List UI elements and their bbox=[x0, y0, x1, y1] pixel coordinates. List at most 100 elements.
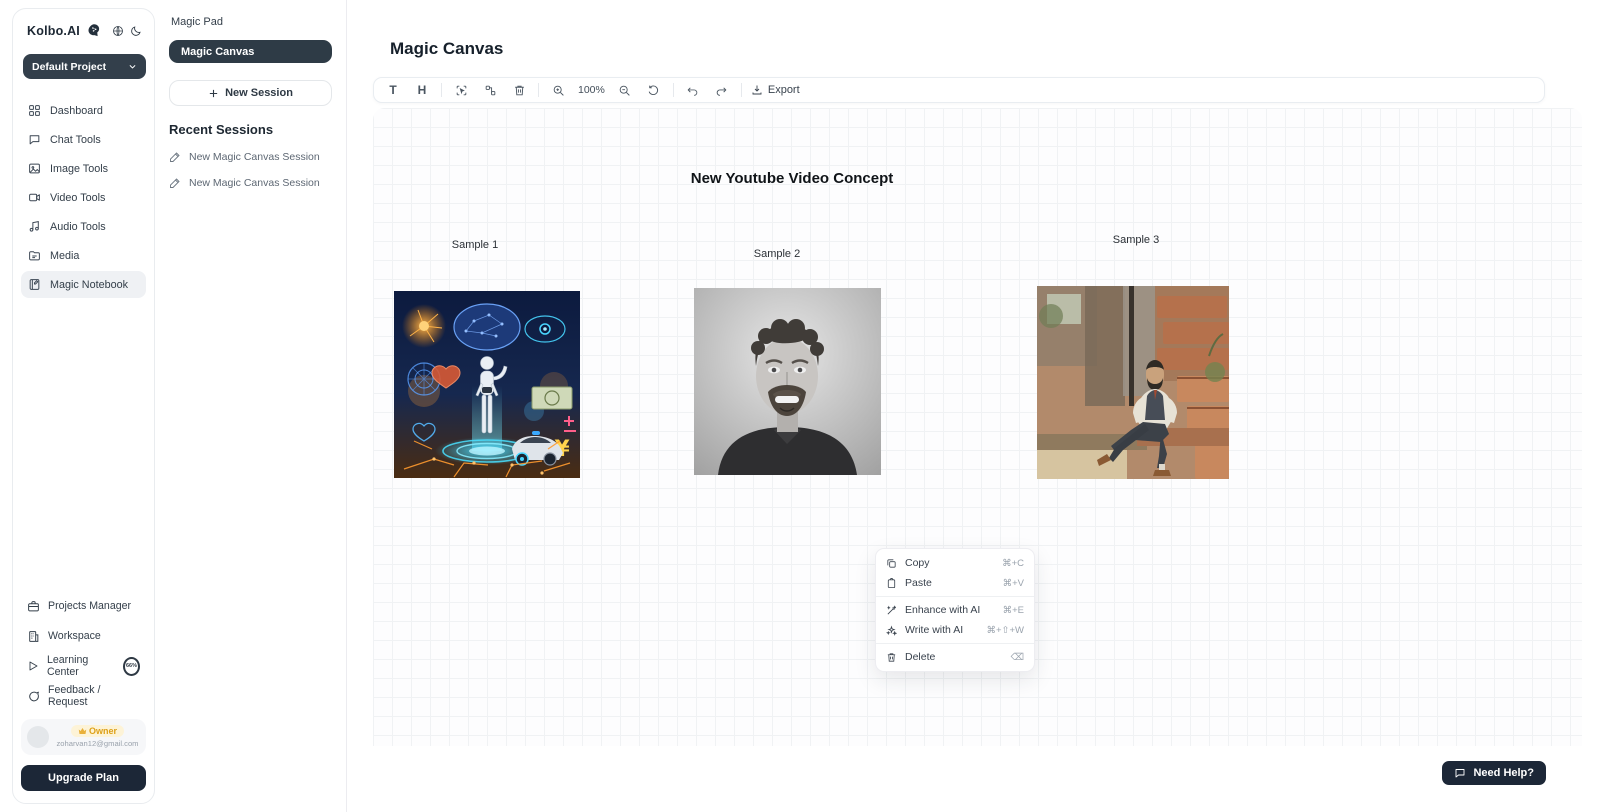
plus-icon bbox=[208, 88, 219, 99]
sidebar-item-label: Learning Center bbox=[47, 654, 113, 678]
sidebar-item-label: Dashboard bbox=[50, 105, 103, 117]
zoom-out-button[interactable] bbox=[615, 80, 635, 100]
chevron-down-icon bbox=[128, 62, 137, 71]
canvas-toolbar: T H 100% Export bbox=[373, 77, 1545, 103]
sample-image-2[interactable] bbox=[694, 288, 881, 475]
toolbar-separator bbox=[441, 83, 442, 97]
language-globe-icon[interactable] bbox=[112, 25, 124, 37]
sidebar-item-media[interactable]: Media bbox=[21, 242, 146, 269]
avatar bbox=[27, 726, 49, 748]
context-menu-shortcut: ⌘+E bbox=[1003, 605, 1024, 616]
context-menu-label: Delete bbox=[905, 651, 935, 663]
feedback-bubble-icon bbox=[27, 690, 40, 703]
media-folder-icon bbox=[28, 249, 41, 262]
session-item[interactable]: New Magic Canvas Session bbox=[169, 177, 332, 189]
sample-image-3[interactable] bbox=[1037, 286, 1229, 479]
tab-magic-pad[interactable]: Magic Pad bbox=[169, 14, 332, 40]
help-chat-icon bbox=[1454, 767, 1466, 779]
project-selector[interactable]: Default Project bbox=[23, 54, 146, 79]
sample-image-1[interactable]: ¥ bbox=[394, 291, 580, 478]
toolbar-separator bbox=[538, 83, 539, 97]
learning-progress-badge: 66% bbox=[123, 657, 140, 676]
new-session-button[interactable]: New Session bbox=[169, 80, 332, 106]
sidebar-item-workspace[interactable]: Workspace bbox=[21, 621, 146, 651]
dashboard-icon bbox=[28, 104, 41, 117]
brand-logo-text: Kolbo.AI bbox=[27, 24, 80, 38]
sidebar-item-projects-manager[interactable]: Projects Manager bbox=[21, 591, 146, 621]
sidebar-item-label: Projects Manager bbox=[48, 600, 131, 612]
sidebar-item-feedback-request[interactable]: Feedback / Request bbox=[21, 681, 146, 711]
sidebar-item-magic-notebook[interactable]: Magic Notebook bbox=[21, 271, 146, 298]
redo-button[interactable] bbox=[712, 80, 732, 100]
delete-tool-button[interactable] bbox=[509, 80, 529, 100]
sidebar-item-audio-tools[interactable]: Audio Tools bbox=[21, 213, 146, 240]
sample-3-label[interactable]: Sample 3 bbox=[1113, 234, 1159, 246]
need-help-label: Need Help? bbox=[1473, 767, 1534, 779]
context-menu-label: Enhance with AI bbox=[905, 604, 980, 616]
sidebar-item-video-tools[interactable]: Video Tools bbox=[21, 184, 146, 211]
sessions-panel: Magic Pad Magic Canvas New Session Recen… bbox=[155, 0, 347, 812]
zoom-in-button[interactable] bbox=[548, 80, 568, 100]
sidebar-item-label: Video Tools bbox=[50, 192, 105, 204]
primary-sidebar: Kolbo.AI Default Project Dashboard bbox=[12, 8, 155, 804]
context-menu-item-enhance-with-ai[interactable]: Enhance with AI ⌘+E bbox=[876, 600, 1034, 620]
context-menu-divider bbox=[876, 596, 1034, 597]
context-menu-divider bbox=[876, 643, 1034, 644]
heading-tool-button[interactable]: H bbox=[412, 80, 432, 100]
export-button[interactable]: Export bbox=[751, 84, 800, 96]
context-menu-shortcut: ⌘+C bbox=[1002, 558, 1024, 569]
sample-1-label[interactable]: Sample 1 bbox=[452, 239, 498, 251]
sidebar-item-label: Chat Tools bbox=[50, 134, 101, 146]
chat-bubble-icon bbox=[28, 133, 41, 146]
recent-sessions-title: Recent Sessions bbox=[169, 122, 332, 137]
sidebar-item-image-tools[interactable]: Image Tools bbox=[21, 155, 146, 182]
sidebar-item-label: Magic Notebook bbox=[50, 279, 128, 291]
user-account-card[interactable]: Owner zoharvan12@gmail.com bbox=[21, 719, 146, 755]
context-menu-item-paste[interactable]: Paste ⌘+V bbox=[876, 573, 1034, 593]
building-icon bbox=[27, 630, 40, 643]
upgrade-plan-button[interactable]: Upgrade Plan bbox=[21, 765, 146, 791]
undo-button[interactable] bbox=[683, 80, 703, 100]
context-menu-item-copy[interactable]: Copy ⌘+C bbox=[876, 553, 1034, 573]
tab-magic-canvas[interactable]: Magic Canvas bbox=[169, 40, 332, 63]
sidebar-item-learning-center[interactable]: Learning Center 66% bbox=[21, 651, 146, 681]
need-help-button[interactable]: Need Help? bbox=[1442, 761, 1546, 785]
canvas-heading-text[interactable]: New Youtube Video Concept bbox=[691, 170, 894, 187]
new-session-label: New Session bbox=[225, 87, 293, 99]
export-label: Export bbox=[768, 84, 800, 96]
brand-row: Kolbo.AI bbox=[21, 23, 146, 38]
reset-view-button[interactable] bbox=[644, 80, 664, 100]
video-camera-icon bbox=[28, 191, 41, 204]
clipboard-icon bbox=[886, 578, 897, 589]
main-area: Magic Canvas T H 100% Export New Youtube… bbox=[347, 0, 1600, 812]
context-menu-label: Copy bbox=[905, 557, 930, 569]
pencil-icon bbox=[169, 151, 181, 163]
music-note-icon bbox=[28, 220, 41, 233]
dark-mode-moon-icon[interactable] bbox=[130, 25, 142, 37]
context-menu: Copy ⌘+C Paste ⌘+V Enhance with AI ⌘+E W… bbox=[875, 548, 1035, 672]
briefcase-icon bbox=[27, 600, 40, 613]
magic-canvas-grid[interactable]: New Youtube Video Concept Sample 1 Sampl… bbox=[373, 108, 1582, 746]
zoom-level: 100% bbox=[577, 84, 606, 96]
session-item[interactable]: New Magic Canvas Session bbox=[169, 151, 332, 163]
session-item-label: New Magic Canvas Session bbox=[189, 177, 320, 189]
crown-icon bbox=[78, 727, 87, 735]
select-tool-button[interactable] bbox=[451, 80, 471, 100]
owner-badge: Owner bbox=[71, 725, 124, 737]
flow-connector-button[interactable] bbox=[480, 80, 500, 100]
owner-badge-label: Owner bbox=[89, 726, 117, 736]
download-icon bbox=[751, 84, 763, 96]
user-email: zoharvan12@gmail.com bbox=[57, 739, 139, 748]
sidebar-item-label: Feedback / Request bbox=[48, 684, 140, 708]
context-menu-item-delete[interactable]: Delete ⌫ bbox=[876, 647, 1034, 667]
sample-2-label[interactable]: Sample 2 bbox=[754, 248, 800, 260]
sidebar-item-label: Media bbox=[50, 250, 79, 262]
sidebar-item-chat-tools[interactable]: Chat Tools bbox=[21, 126, 146, 153]
sidebar-item-dashboard[interactable]: Dashboard bbox=[21, 97, 146, 124]
brand-head-icon bbox=[86, 23, 101, 38]
copy-icon bbox=[886, 558, 897, 569]
context-menu-item-write-with-ai[interactable]: Write with AI ⌘+⇧+W bbox=[876, 620, 1034, 640]
text-tool-button[interactable]: T bbox=[383, 80, 403, 100]
sidebar-item-label: Image Tools bbox=[50, 163, 108, 175]
context-menu-shortcut: ⌘+⇧+W bbox=[986, 625, 1024, 636]
